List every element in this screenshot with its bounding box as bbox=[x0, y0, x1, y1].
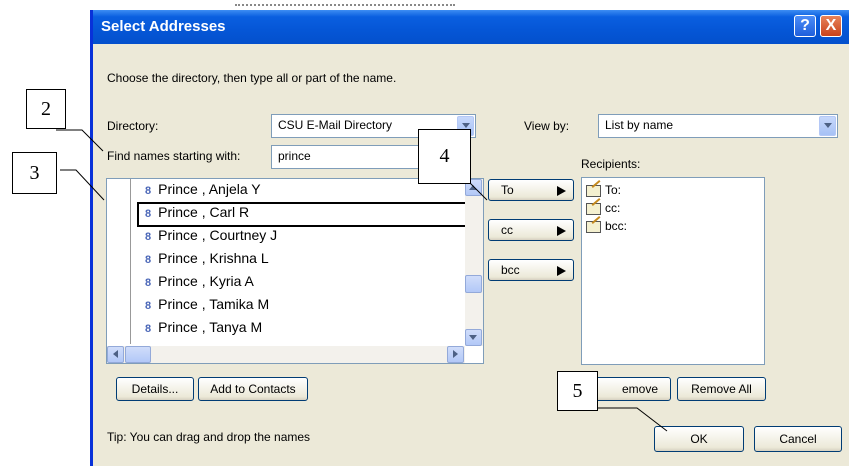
person-icon: 8 bbox=[145, 277, 152, 289]
horizontal-scrollbar[interactable] bbox=[107, 346, 465, 363]
edit-note-icon bbox=[586, 184, 601, 197]
horizontal-scroll-thumb[interactable] bbox=[125, 346, 151, 363]
recipient-cc[interactable]: cc: bbox=[586, 201, 620, 215]
arrow-right-icon bbox=[557, 226, 566, 236]
view-by-select[interactable]: List by name bbox=[598, 114, 838, 138]
question-icon: ? bbox=[800, 17, 810, 34]
edit-note-icon bbox=[586, 220, 601, 233]
callout-2: 2 bbox=[26, 89, 66, 129]
directory-value: CSU E-Mail Directory bbox=[278, 118, 393, 132]
title-bar: Select Addresses ? X bbox=[93, 10, 849, 44]
to-button[interactable]: To bbox=[488, 179, 574, 201]
recipients-label: Recipients: bbox=[581, 157, 641, 171]
person-icon: 8 bbox=[145, 300, 152, 312]
list-item[interactable]: 8 Prince , Anjela Y bbox=[139, 181, 261, 202]
edit-note-icon bbox=[586, 202, 601, 215]
add-to-contacts-button[interactable]: Add to Contacts bbox=[198, 377, 308, 401]
view-by-value: List by name bbox=[605, 118, 674, 132]
scroll-down-icon[interactable] bbox=[465, 329, 482, 346]
find-names-label: Find names starting with: bbox=[107, 149, 241, 163]
name-list[interactable]: 8 Prince , Anjela Y 8 Prince , Carl R 8 Pri… bbox=[106, 178, 484, 364]
background-text-fragment bbox=[235, 0, 455, 6]
callout-5: 5 bbox=[557, 371, 598, 411]
list-item[interactable]: 8 Prince , Courtney J bbox=[139, 227, 277, 248]
tip-text: Tip: You can drag and drop the names bbox=[107, 430, 311, 444]
directory-label: Directory: bbox=[107, 119, 159, 133]
details-button[interactable]: Details... bbox=[116, 377, 194, 401]
scroll-left-icon[interactable] bbox=[107, 346, 124, 363]
dialog-title: Select Addresses bbox=[101, 18, 226, 35]
callout-4: 4 bbox=[418, 129, 471, 184]
find-names-input[interactable]: prince bbox=[271, 145, 421, 169]
remove-all-button[interactable]: Remove All bbox=[677, 377, 766, 401]
scroll-thumb[interactable] bbox=[465, 275, 482, 293]
person-icon: 8 bbox=[145, 231, 152, 243]
arrow-right-icon bbox=[557, 266, 566, 276]
person-icon: 8 bbox=[145, 185, 152, 197]
remove-button[interactable]: emove bbox=[592, 377, 671, 401]
close-button[interactable]: X bbox=[820, 15, 842, 37]
close-icon: X bbox=[825, 17, 837, 34]
bcc-button[interactable]: bcc bbox=[488, 259, 574, 281]
arrow-right-icon bbox=[557, 186, 566, 196]
person-icon: 8 bbox=[145, 254, 152, 266]
recipient-to[interactable]: To: bbox=[586, 183, 621, 197]
chevron-down-icon[interactable] bbox=[819, 116, 836, 136]
help-button[interactable]: ? bbox=[794, 15, 816, 37]
ok-button[interactable]: OK bbox=[654, 426, 744, 452]
person-icon: 8 bbox=[145, 323, 152, 335]
instructions-text: Choose the directory, then type all or p… bbox=[107, 71, 397, 85]
callout-3: 3 bbox=[12, 152, 57, 194]
list-item[interactable]: 8 Prince , Kyria A bbox=[139, 273, 254, 294]
recipient-bcc[interactable]: bcc: bbox=[586, 219, 627, 233]
cc-button[interactable]: cc bbox=[488, 219, 574, 241]
list-item-selected[interactable]: 8 Prince , Carl R bbox=[137, 202, 467, 227]
list-item[interactable]: 8 Prince , Krishna L bbox=[139, 250, 269, 271]
cancel-button[interactable]: Cancel bbox=[754, 426, 842, 452]
vertical-scrollbar[interactable] bbox=[465, 179, 483, 346]
person-icon: 8 bbox=[145, 208, 152, 220]
recipients-list[interactable]: To: cc: bcc: bbox=[581, 177, 765, 365]
tree-line bbox=[130, 179, 131, 344]
scroll-right-icon[interactable] bbox=[447, 346, 464, 363]
list-item[interactable]: 8 Prince , Tanya M bbox=[139, 319, 262, 340]
view-by-label: View by: bbox=[524, 119, 570, 133]
list-item[interactable]: 8 Prince , Tamika M bbox=[139, 296, 269, 317]
